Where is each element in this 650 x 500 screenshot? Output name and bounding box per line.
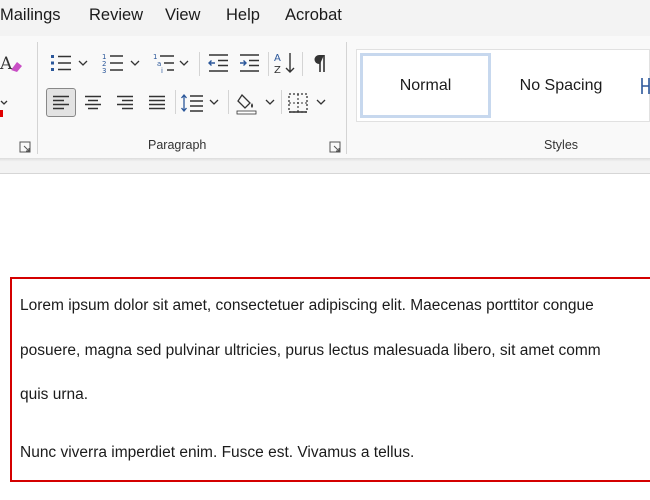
row-separator <box>175 90 176 114</box>
document-line-3[interactable]: quis urna. <box>20 386 88 404</box>
menu-review[interactable]: Review <box>89 6 143 25</box>
increase-indent-icon[interactable] <box>236 50 262 76</box>
menu-bar: Mailings Review View Help Acrobat <box>0 0 650 34</box>
shading-dropdown-icon[interactable] <box>264 96 276 108</box>
paragraph-dialog-launcher-icon[interactable] <box>329 140 341 153</box>
svg-text:A: A <box>274 53 281 64</box>
style-normal[interactable]: Normal <box>360 53 491 118</box>
numbering-icon[interactable]: 1 2 3 <box>101 50 125 76</box>
style-normal-label: Normal <box>399 76 452 94</box>
row-separator <box>228 90 229 114</box>
multilevel-list-icon[interactable]: 1 a i <box>152 50 176 76</box>
group-separator <box>37 42 38 154</box>
show-formatting-marks-icon[interactable] <box>308 50 332 76</box>
borders-dropdown-icon[interactable] <box>315 96 327 108</box>
svg-text:3: 3 <box>102 67 106 74</box>
row-separator <box>302 52 303 76</box>
document-line-2[interactable]: posuere, magna sed pulvinar ultricies, p… <box>20 342 601 360</box>
justify-icon[interactable] <box>143 88 171 117</box>
align-right-icon[interactable] <box>111 88 139 117</box>
row-separator <box>268 52 269 76</box>
numbering-dropdown-icon[interactable] <box>129 57 141 69</box>
center-align-icon[interactable] <box>79 88 107 117</box>
sort-icon[interactable]: A Z <box>272 49 298 77</box>
svg-text:A: A <box>0 54 13 74</box>
multilevel-list-dropdown-icon[interactable] <box>178 57 190 69</box>
svg-text:i: i <box>161 67 163 74</box>
align-left-icon <box>53 95 69 109</box>
group-separator <box>346 42 347 154</box>
style-heading-partial[interactable] <box>640 72 650 100</box>
menu-view[interactable]: View <box>165 6 200 25</box>
bullets-dropdown-icon[interactable] <box>77 57 89 69</box>
bullets-icon[interactable] <box>49 50 73 76</box>
borders-icon[interactable] <box>285 88 311 117</box>
font-color-swatch <box>0 110 3 117</box>
styles-group-label: Styles <box>544 138 579 152</box>
decrease-indent-icon[interactable] <box>205 50 231 76</box>
line-spacing-icon[interactable] <box>179 88 205 117</box>
menu-mailings[interactable]: Mailings <box>0 6 61 25</box>
shading-icon[interactable] <box>233 88 261 117</box>
menu-help[interactable]: Help <box>226 6 260 25</box>
paragraph-group-label: Paragraph <box>148 138 207 152</box>
font-dialog-launcher-icon[interactable] <box>19 140 31 153</box>
line-spacing-dropdown-icon[interactable] <box>208 96 220 108</box>
clear-formatting-icon[interactable]: A <box>0 50 24 76</box>
document-line-4[interactable]: Nunc viverra imperdiet enim. Fusce est. … <box>20 444 414 462</box>
style-no-spacing-label: No Spacing <box>519 76 603 94</box>
align-left-button[interactable] <box>46 88 76 117</box>
style-no-spacing[interactable]: No Spacing <box>497 53 625 118</box>
menu-acrobat[interactable]: Acrobat <box>285 6 342 25</box>
document-line-1[interactable]: Lorem ipsum dolor sit amet, consectetuer… <box>20 297 594 315</box>
row-separator <box>281 90 282 114</box>
svg-text:Z: Z <box>274 65 281 76</box>
row-separator <box>199 52 200 76</box>
ribbon-bottom-edge <box>0 164 650 174</box>
